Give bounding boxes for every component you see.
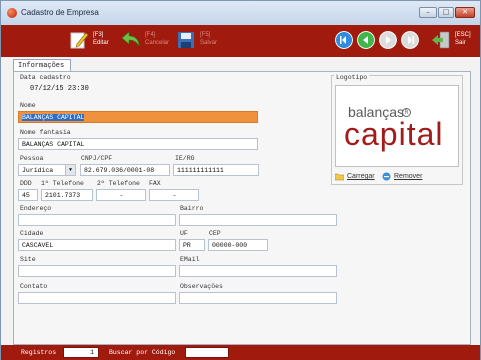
telefone1-label: 1º Telefone xyxy=(41,180,84,187)
ie-field[interactable]: 111111111111 xyxy=(173,164,259,176)
app-icon xyxy=(7,8,17,18)
exit-door-icon xyxy=(432,31,450,49)
exit-key-label: [ESC] xyxy=(455,32,471,38)
contato-label: Contato xyxy=(20,283,48,290)
fax-field[interactable]: - xyxy=(149,189,199,201)
cancel-label: Cancelar xyxy=(145,40,170,46)
telefone2-label: 2º Telefone xyxy=(97,180,140,187)
cancel-button[interactable]: [F4] Cancelar xyxy=(121,28,169,54)
uf-label: UF xyxy=(180,230,188,237)
cidade-field[interactable]: CASCAVEL xyxy=(18,239,176,251)
carregar-link[interactable]: Carregar xyxy=(347,173,375,180)
registros-label: Registros xyxy=(21,349,57,356)
uf-field[interactable]: PR xyxy=(179,239,205,251)
bairro-label: Bairro xyxy=(180,205,204,212)
exit-label: Sair xyxy=(455,40,466,46)
nome-value: BALANÇAS CAPITAL xyxy=(22,114,85,121)
observacoes-field[interactable] xyxy=(179,292,337,304)
chevron-down-icon[interactable]: ▼ xyxy=(65,165,75,175)
floppy-disk-icon xyxy=(178,32,194,48)
data-cadastro-value: 07/12/15 23:30 xyxy=(30,85,89,93)
save-button[interactable]: [F5] Salvar xyxy=(176,28,220,54)
fax-label: FAX xyxy=(149,180,161,187)
site-field[interactable] xyxy=(18,265,176,277)
nav-last-icon[interactable] xyxy=(401,31,419,49)
edit-button[interactable]: [F3] Editar xyxy=(69,28,113,54)
nav-next-icon[interactable] xyxy=(379,31,397,49)
minimize-button[interactable]: – xyxy=(419,7,437,18)
pessoa-value: Jurídica xyxy=(22,167,54,174)
main-window: Cadastro de Empresa – □ ✕ [F3] Editar [F… xyxy=(0,0,481,360)
fantasia-label: Nome fantasia xyxy=(20,129,71,136)
cancel-key-label: [F4] xyxy=(145,32,156,38)
observacoes-label: Observações xyxy=(180,283,223,290)
endereco-field[interactable] xyxy=(18,214,176,226)
maximize-button[interactable]: □ xyxy=(438,7,454,18)
edit-icon xyxy=(70,32,89,49)
logo-image: balanças R capital xyxy=(335,85,459,167)
pessoa-label: Pessoa xyxy=(20,155,44,162)
remove-icon[interactable] xyxy=(382,172,391,181)
buscar-input[interactable] xyxy=(185,347,229,358)
close-button[interactable]: ✕ xyxy=(455,7,475,18)
cep-label: CEP xyxy=(209,230,221,237)
folder-icon[interactable] xyxy=(335,172,344,181)
title-bar: Cadastro de Empresa – □ ✕ xyxy=(1,1,480,25)
telefone2-field[interactable]: - xyxy=(96,189,146,201)
nav-first-icon[interactable] xyxy=(335,31,353,49)
logo-text-big: capital xyxy=(344,116,444,152)
nav-previous-icon[interactable] xyxy=(357,31,375,49)
email-label: EMail xyxy=(180,256,200,263)
edit-key-label: [F3] xyxy=(93,32,104,38)
undo-arrow-icon xyxy=(121,31,140,48)
remover-link[interactable]: Remover xyxy=(394,173,422,180)
ie-label: IE/RG xyxy=(175,155,195,162)
bairro-field[interactable] xyxy=(179,214,337,226)
ddd-field[interactable]: 45 xyxy=(18,189,38,201)
toolbar: [F3] Editar [F4] Cancelar [F5] Salvar [E… xyxy=(1,25,480,57)
telefone1-field[interactable]: 2101.7373 xyxy=(41,189,93,201)
cnpj-label: CNPJ/CPF xyxy=(81,155,113,162)
save-label: Salvar xyxy=(200,40,218,46)
data-cadastro-label: Data cadastro xyxy=(20,74,71,81)
nome-field[interactable]: BALANÇAS CAPITAL xyxy=(18,111,258,123)
fantasia-field[interactable]: BALANÇAS CAPITAL xyxy=(18,138,258,150)
pessoa-select[interactable]: Jurídica ▼ xyxy=(18,164,76,176)
logo-label: Logotipo xyxy=(334,74,370,81)
exit-button[interactable]: [ESC] Sair xyxy=(431,28,475,54)
edit-label: Editar xyxy=(93,40,109,46)
ddd-label: DDD xyxy=(20,180,32,187)
email-field[interactable] xyxy=(179,265,337,277)
window-title: Cadastro de Empresa xyxy=(21,8,99,17)
status-bar: Registros 1 Buscar por Código xyxy=(1,345,480,360)
registros-count: 1 xyxy=(63,347,99,358)
cnpj-field[interactable]: 82.679.036/0001-08 xyxy=(80,164,170,176)
cep-field[interactable]: 00000-000 xyxy=(208,239,268,251)
save-key-label: [F5] xyxy=(200,32,211,38)
buscar-label: Buscar por Código xyxy=(109,349,176,356)
cidade-label: Cidade xyxy=(20,230,44,237)
site-label: Site xyxy=(20,256,36,263)
endereco-label: Endereço xyxy=(20,205,52,212)
contato-field[interactable] xyxy=(18,292,176,304)
tab-strip: Informações xyxy=(11,58,471,72)
nome-label: Nome xyxy=(20,102,36,109)
